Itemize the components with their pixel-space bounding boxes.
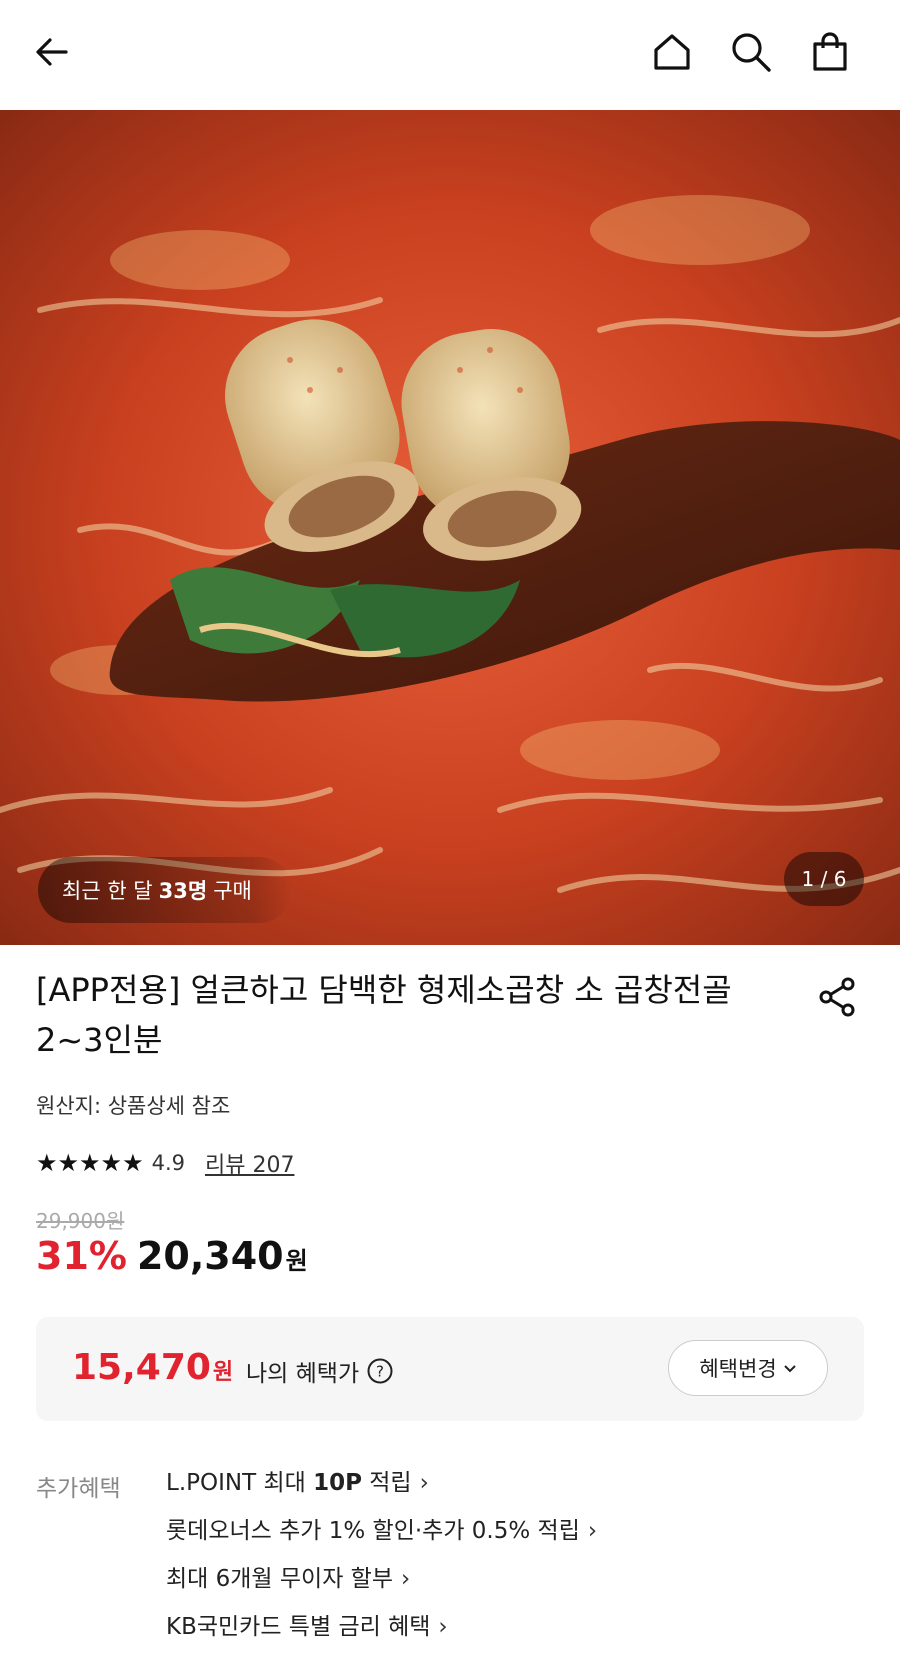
rating-score: 4.9 (151, 1151, 185, 1175)
home-icon[interactable] (647, 27, 697, 77)
extra-benefit-item[interactable]: 롯데오너스 추가 1% 할인·추가 0.5% 적립 › (166, 1514, 597, 1562)
chevron-down-icon (783, 1359, 797, 1378)
discount-rate: 31% (36, 1234, 127, 1278)
price-unit: 원 (285, 1247, 308, 1275)
search-icon[interactable] (726, 27, 776, 77)
benefit-price-unit: 원 (212, 1360, 234, 1385)
top-navigation-bar (0, 0, 900, 110)
shopping-bag-icon[interactable] (805, 27, 855, 77)
chevron-right-icon: › (438, 1614, 448, 1640)
share-icon[interactable] (815, 975, 859, 1019)
sale-price: 20,340 (136, 1234, 284, 1278)
change-benefit-label: 혜택변경 (699, 1357, 777, 1381)
chevron-right-icon: › (419, 1470, 429, 1496)
benefit-text: 최대 6개월 무이자 할부 (166, 1566, 394, 1592)
back-arrow-icon[interactable] (27, 27, 77, 77)
original-price: 29,900원 (36, 1209, 125, 1233)
extra-benefits-list: L.POINT 최대 10P 적립 › 롯데오너스 추가 1% 할인·추가 0.5… (166, 1466, 597, 1658)
recent-purchase-badge: 최근 한 달 33명 구매 (38, 857, 292, 923)
benefit-text: L.POINT 최대 (166, 1470, 314, 1496)
benefit-price: 15,470 원 (72, 1347, 233, 1388)
rating-row: ★★★★★ 4.9 리뷰 207 (36, 1147, 294, 1179)
product-image (0, 110, 900, 945)
benefit-text-suffix: 적립 (361, 1470, 412, 1496)
question-circle-icon[interactable]: ? (367, 1358, 393, 1384)
purchase-prefix: 최근 한 달 (62, 879, 153, 903)
extra-benefit-item[interactable]: 최대 6개월 무이자 할부 › (166, 1562, 597, 1610)
product-image-carousel[interactable]: 최근 한 달 33명 구매 1 / 6 (0, 110, 900, 945)
chevron-right-icon: › (587, 1518, 598, 1544)
purchase-suffix: 구매 (213, 879, 252, 903)
review-count-link[interactable]: 리뷰 207 (205, 1147, 294, 1179)
extra-benefit-item[interactable]: KB국민카드 특별 금리 혜택 › (166, 1610, 597, 1658)
svg-text:?: ? (376, 1363, 384, 1381)
benefit-label: 나의 혜택가 (246, 1361, 360, 1387)
extra-benefit-item[interactable]: L.POINT 최대 10P 적립 › (166, 1466, 597, 1514)
product-title: [APP전용] 얼큰하고 담백한 형제소곱창 소 곱창전골 2~3인분 (36, 971, 732, 1059)
benefit-text: KB국민카드 특별 금리 혜택 (166, 1614, 431, 1640)
benefit-price-value: 15,470 (72, 1347, 211, 1388)
purchase-count: 33명 (158, 879, 208, 903)
benefit-text: 롯데오너스 추가 1% 할인·추가 0.5% 적립 (166, 1518, 580, 1544)
benefit-label-row: 나의 혜택가 ? (246, 1354, 393, 1388)
chevron-right-icon: › (401, 1566, 411, 1592)
benefit-text-bold: 10P (313, 1470, 362, 1496)
my-benefit-box: 15,470 원 나의 혜택가 ? 혜택변경 (36, 1317, 864, 1421)
star-rating-icon: ★★★★★ (36, 1149, 144, 1177)
image-pager: 1 / 6 (784, 852, 864, 906)
extra-benefits-label: 추가혜택 (36, 1476, 121, 1502)
change-benefit-button[interactable]: 혜택변경 (668, 1340, 828, 1396)
price-row: 31% 20,340 원 (36, 1234, 308, 1278)
origin-info: 원산지: 상품상세 참조 (36, 1094, 231, 1118)
